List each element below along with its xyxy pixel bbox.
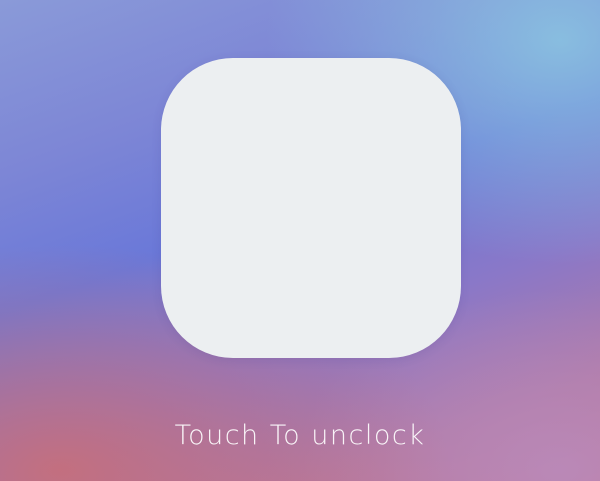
touch-unlock-pad[interactable] — [161, 58, 461, 358]
unlock-prompt-label: Touch To unclock — [174, 420, 426, 451]
lock-screen: Touch To unclock — [0, 0, 600, 481]
